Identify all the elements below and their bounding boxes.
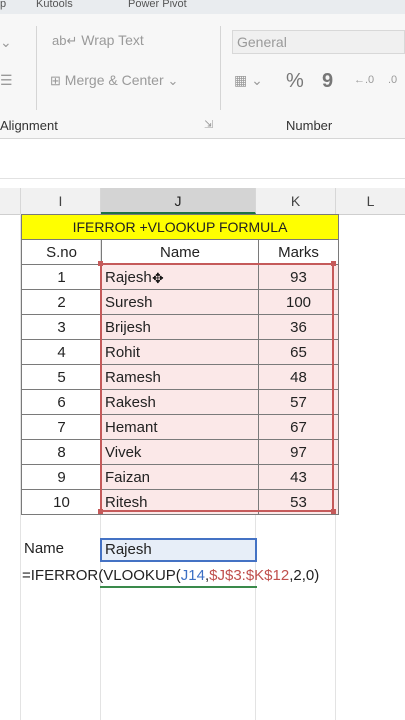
cell-name[interactable]: Faizan bbox=[101, 464, 259, 490]
column-headers: I J K L bbox=[0, 188, 405, 215]
chevron-down-icon: ⌄ bbox=[251, 72, 263, 88]
table-row: 4 Rohit 65 bbox=[21, 339, 339, 365]
comma-label: 9 bbox=[322, 70, 334, 92]
cell-marks[interactable]: 93 bbox=[258, 264, 339, 290]
cell-name[interactable]: Rohit bbox=[101, 339, 259, 365]
header-marks[interactable]: Marks bbox=[258, 239, 339, 265]
indent-icon[interactable]: ☰ bbox=[0, 72, 13, 89]
formula-prefix: =IFERROR(VLOOKUP( bbox=[22, 567, 181, 584]
cell-sno[interactable]: 6 bbox=[21, 389, 102, 415]
cell-name[interactable]: Ritesh bbox=[101, 489, 259, 515]
cell-sno[interactable]: 7 bbox=[21, 414, 102, 440]
cell-marks[interactable]: 43 bbox=[258, 464, 339, 490]
cell-sno[interactable]: 4 bbox=[21, 339, 102, 365]
cell-name[interactable]: Brijesh bbox=[101, 314, 259, 340]
cell-sno[interactable]: 8 bbox=[21, 439, 102, 465]
cell-sno[interactable]: 2 bbox=[21, 289, 102, 315]
table-row: 7 Hemant 67 bbox=[21, 414, 339, 440]
column-header-partial[interactable] bbox=[0, 188, 21, 214]
cell-name[interactable]: Suresh bbox=[101, 289, 259, 315]
cell-marks[interactable]: 57 bbox=[258, 389, 339, 415]
chevron-down-icon[interactable]: ⌄ bbox=[168, 73, 179, 89]
cell-name[interactable]: Ramesh bbox=[101, 364, 259, 390]
table-row: 1 Rajesh 93 bbox=[21, 264, 339, 290]
ribbon-tab-kutools[interactable]: Kutools bbox=[36, 0, 73, 10]
formula-ref-lookup: J14 bbox=[180, 567, 205, 584]
cell-marks[interactable]: 53 bbox=[258, 489, 339, 515]
number-group-label: Number bbox=[286, 118, 333, 133]
table-row: 9 Faizan 43 bbox=[21, 464, 339, 490]
formula-cell[interactable]: =IFERROR(VLOOKUP(J14,$J$3:$K$12,2,0) bbox=[22, 567, 319, 584]
ribbon-tab-power-pivot[interactable]: Power Pivot bbox=[128, 0, 187, 10]
cell-marks[interactable]: 67 bbox=[258, 414, 339, 440]
increase-decimal-icon: ←.0 bbox=[354, 74, 375, 86]
merge-center-button[interactable]: ⊞ Merge & Center ⌄ bbox=[50, 72, 178, 89]
cell-sno[interactable]: 3 bbox=[21, 314, 102, 340]
formula-cell-selection bbox=[100, 586, 257, 588]
wrap-text-button[interactable]: ab↵ Wrap Text bbox=[52, 32, 144, 49]
cell-sno[interactable]: 1 bbox=[21, 264, 102, 290]
table-title[interactable]: IFERROR +VLOOKUP FORMULA bbox=[21, 214, 339, 240]
percent-label: % bbox=[286, 70, 304, 92]
number-format-dropdown[interactable]: General bbox=[232, 30, 405, 54]
move-cursor-icon: ✥ bbox=[152, 270, 164, 286]
marks-table: IFERROR +VLOOKUP FORMULA S.no Name Marks… bbox=[21, 214, 339, 515]
formula-suffix: ,2,0) bbox=[289, 567, 320, 584]
alignment-group-label: Alignment bbox=[0, 118, 58, 133]
cell-name[interactable]: Rajesh bbox=[101, 264, 259, 290]
decrease-decimal-button[interactable]: .0 bbox=[388, 74, 397, 86]
number-format-value: General bbox=[237, 34, 287, 50]
cell-sno[interactable]: 9 bbox=[21, 464, 102, 490]
column-header-i[interactable]: I bbox=[21, 188, 101, 214]
ribbon-separator bbox=[220, 26, 221, 110]
currency-icon: ▦ bbox=[234, 72, 248, 88]
header-name[interactable]: Name bbox=[101, 239, 259, 265]
column-header-l[interactable]: L bbox=[336, 188, 405, 214]
merge-center-icon: ⊞ bbox=[50, 73, 61, 88]
formula-ref-range: $J$3:$K$12 bbox=[209, 567, 290, 584]
cell-marks[interactable]: 100 bbox=[258, 289, 339, 315]
column-header-j[interactable]: J bbox=[101, 188, 256, 214]
formula-bar[interactable] bbox=[0, 140, 405, 179]
wrap-text-icon: ab↵ bbox=[52, 33, 78, 48]
table-row: 6 Rakesh 57 bbox=[21, 389, 339, 415]
dialog-launcher-icon[interactable]: ⇲ bbox=[204, 118, 213, 131]
lookup-name-label[interactable]: Name bbox=[24, 540, 64, 557]
table-header-row: S.no Name Marks bbox=[21, 239, 339, 265]
cell-marks[interactable]: 97 bbox=[258, 439, 339, 465]
accounting-format-button[interactable]: ▦ ⌄ bbox=[234, 72, 263, 89]
cell-marks[interactable]: 36 bbox=[258, 314, 339, 340]
chevron-left-icon[interactable]: ⌄ bbox=[0, 34, 12, 51]
decrease-decimal-icon: .0 bbox=[388, 74, 398, 86]
percent-style-button[interactable]: % bbox=[286, 70, 304, 93]
column-header-k[interactable]: K bbox=[256, 188, 336, 214]
cell-name[interactable]: Vivek bbox=[101, 439, 259, 465]
wrap-text-label: Wrap Text bbox=[81, 32, 144, 48]
cell-sno[interactable]: 5 bbox=[21, 364, 102, 390]
lookup-value-cell[interactable]: Rajesh bbox=[100, 538, 257, 562]
cell-marks[interactable]: 48 bbox=[258, 364, 339, 390]
increase-decimal-button[interactable]: ←.0 bbox=[354, 74, 374, 86]
cell-sno[interactable]: 10 bbox=[21, 489, 102, 515]
ribbon-tab-strip: p Kutools Power Pivot bbox=[0, 0, 405, 15]
table-row: 3 Brijesh 36 bbox=[21, 314, 339, 340]
header-sno[interactable]: S.no bbox=[21, 239, 102, 265]
cell-name[interactable]: Hemant bbox=[101, 414, 259, 440]
table-row: 5 Ramesh 48 bbox=[21, 364, 339, 390]
comma-style-button[interactable]: 9 bbox=[322, 70, 333, 93]
table-row: 2 Suresh 100 bbox=[21, 289, 339, 315]
ribbon: ⌄ ☰ ab↵ Wrap Text ⊞ Merge & Center ⌄ Ali… bbox=[0, 14, 405, 139]
cell-marks[interactable]: 65 bbox=[258, 339, 339, 365]
merge-center-label: Merge & Center bbox=[64, 72, 164, 88]
ribbon-separator bbox=[36, 26, 37, 110]
table-row: 8 Vivek 97 bbox=[21, 439, 339, 465]
cell-name[interactable]: Rakesh bbox=[101, 389, 259, 415]
table-row: 10 Ritesh 53 bbox=[21, 489, 339, 515]
ribbon-tab-partial[interactable]: p bbox=[0, 0, 6, 10]
